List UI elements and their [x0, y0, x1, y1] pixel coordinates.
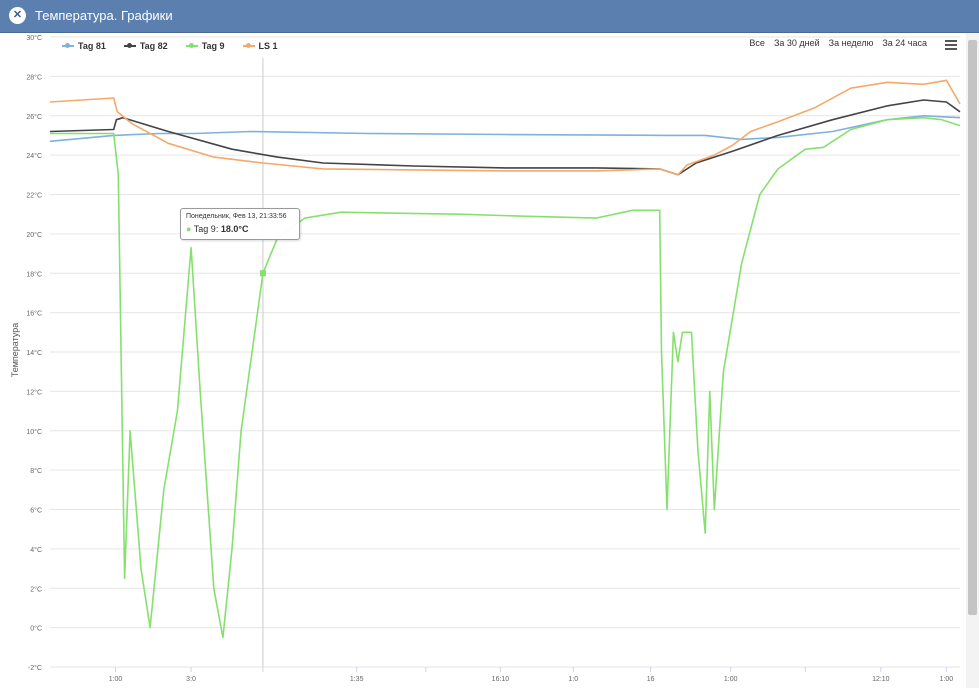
y-tick-label: 16°C: [26, 310, 42, 318]
y-tick-label: 0°C: [30, 625, 42, 633]
y-tick-label: -2°C: [28, 664, 42, 672]
tooltip-header: Понедельник, Фев 13, 21:33:56: [186, 213, 287, 220]
x-tick-label: 1:00: [940, 676, 954, 683]
series-line-3: [49, 79, 961, 176]
tooltip-series: Tag 9: [193, 224, 216, 234]
tooltip-row: ● Tag 9: 18.0°C: [186, 224, 249, 234]
scrollbar-thumb[interactable]: [968, 40, 977, 615]
y-tick-label: 18°C: [26, 270, 42, 278]
x-tick-label: 12:10: [872, 676, 890, 683]
x-tick-label: 1:00: [109, 676, 123, 683]
hover-point-marker: [259, 270, 266, 277]
y-tick-label: 4°C: [30, 546, 42, 554]
y-tick-label: 6°C: [30, 507, 42, 515]
y-tick-label: 8°C: [30, 467, 42, 475]
series-line-1: [49, 99, 961, 176]
x-tick-label: 16:10: [492, 676, 510, 683]
series-line-2: [50, 116, 961, 639]
y-tick-label: 24°C: [26, 152, 42, 160]
series-line-0: [49, 115, 961, 143]
x-tick-label: 1:00: [724, 676, 738, 683]
x-tick-label: 3:0: [186, 676, 196, 683]
tooltip-value: 18.0°C: [220, 224, 249, 234]
x-tick-label: 1:35: [350, 676, 364, 683]
line-chart: 30°C 28°C 26°C 24°C 22°C 20°C 18°C 16°C 14°C 12°C…: [26, 34, 961, 683]
y-tick-label: 12°C: [26, 388, 42, 396]
chart-tooltip: Понедельник, Фев 13, 21:33:56 ● Tag 9: 1…: [180, 208, 300, 240]
y-tick-label: 28°C: [26, 73, 42, 81]
y-tick-label: 20°C: [26, 231, 42, 239]
x-tick-label: 1:0: [568, 676, 578, 683]
x-tick-label: 16: [647, 676, 655, 683]
y-tick-label: 26°C: [26, 113, 42, 121]
tooltip-dot-icon: ●: [186, 224, 192, 234]
y-tick-label: 2°C: [30, 585, 42, 593]
y-tick-label: 14°C: [26, 349, 42, 357]
y-tick-label: 22°C: [26, 192, 42, 200]
y-tick-label: 10°C: [26, 428, 42, 436]
y-tick-label: 30°C: [26, 34, 42, 42]
